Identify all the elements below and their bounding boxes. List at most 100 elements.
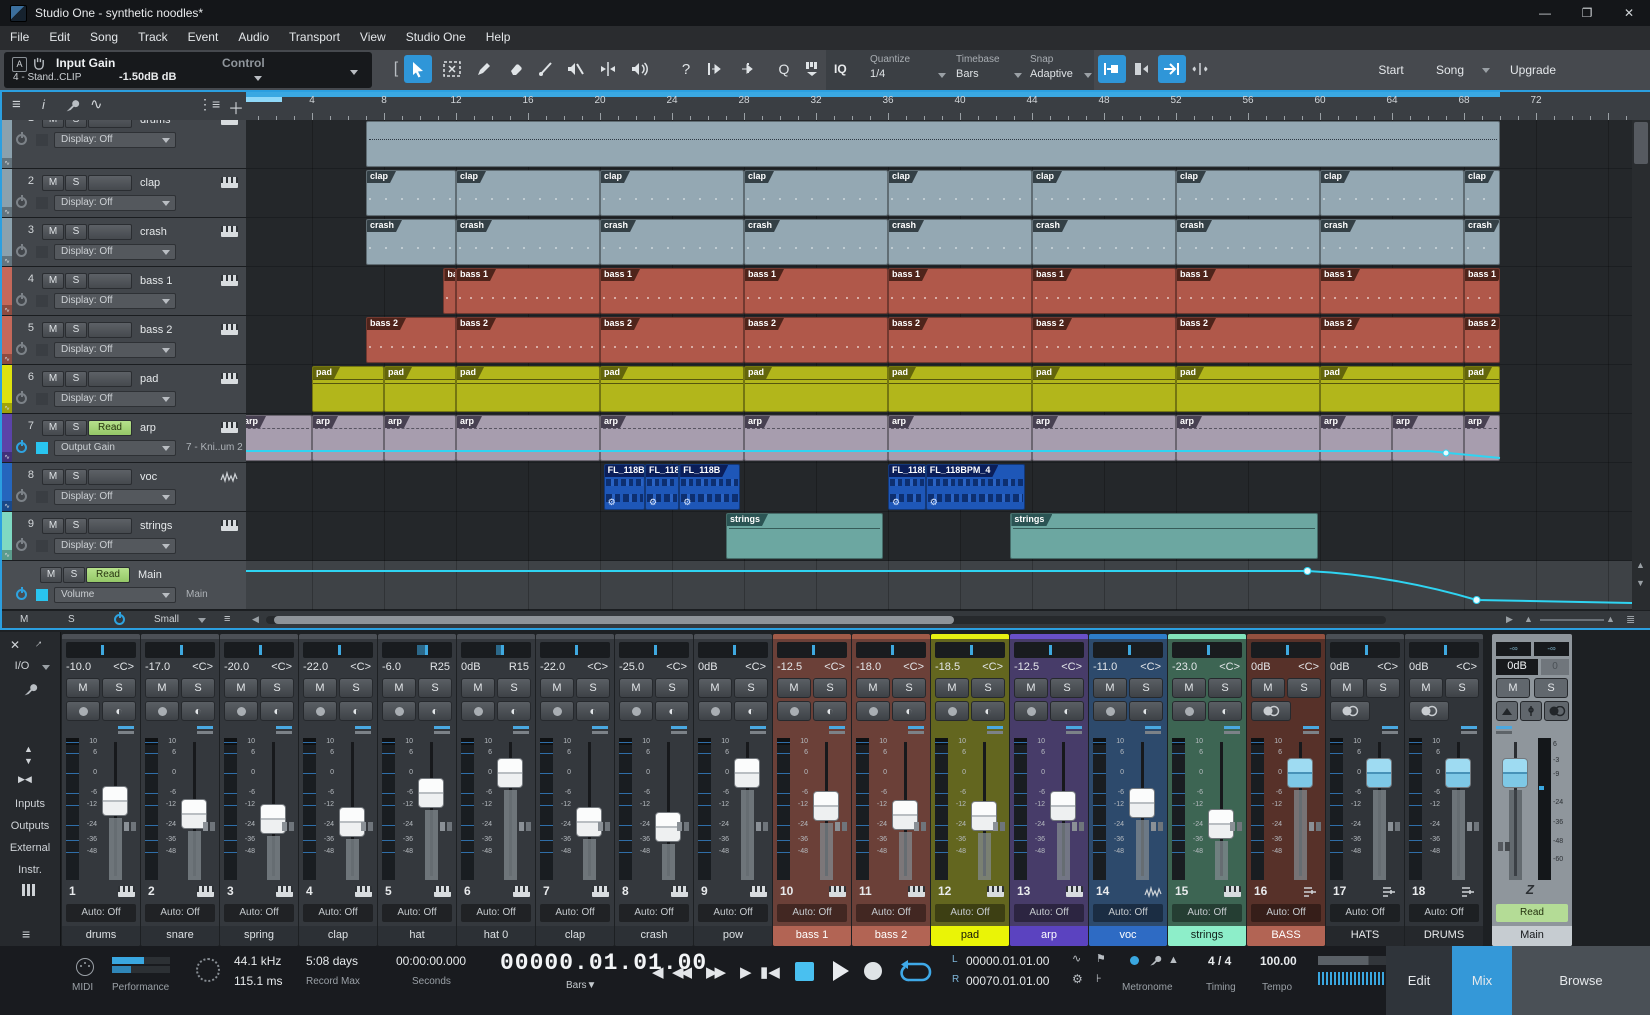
pan-control[interactable]	[1172, 642, 1242, 658]
pan-control[interactable]	[224, 642, 294, 658]
clip-arp[interactable]: arp	[312, 415, 384, 461]
channel-mute-button[interactable]: M	[145, 678, 179, 698]
mono-button[interactable]: ◐	[339, 701, 373, 721]
channel-name[interactable]: BASS	[1247, 926, 1325, 946]
bend-tool[interactable]	[594, 55, 622, 83]
clip-bass-2[interactable]: bass 2	[600, 317, 744, 363]
song-caret-icon[interactable]	[1482, 68, 1490, 73]
play-from-icon[interactable]	[702, 55, 730, 83]
insert-slot-icon[interactable]	[1467, 822, 1472, 831]
channel-mute-button[interactable]: M	[66, 678, 100, 698]
automation-read-button[interactable]	[88, 273, 132, 289]
footer-list-icon[interactable]: ≡	[224, 613, 230, 625]
fader-thumb[interactable]	[418, 778, 444, 808]
record-arm-button[interactable]	[619, 701, 653, 721]
insert-slot-icon[interactable]	[1230, 822, 1235, 831]
automation-toggle-icon[interactable]: ∿	[2, 158, 12, 169]
insert-slot2-icon[interactable]	[1395, 822, 1400, 831]
next-bar-button[interactable]: ▶	[740, 963, 749, 981]
channel-strip-hat-0[interactable]: 0dBR15MS◐1060-6-12-24-36-486Auto: Offhat…	[457, 634, 535, 946]
automation-toggle-icon[interactable]: ∿	[2, 452, 12, 463]
clip-bass-1[interactable]: bass 1	[1032, 268, 1176, 314]
width-down-icon[interactable]: ▼	[24, 756, 33, 766]
channel-solo-button[interactable]: S	[497, 678, 531, 698]
track-swatch[interactable]	[36, 540, 48, 552]
channel-solo-button[interactable]: S	[260, 678, 294, 698]
record-arm-button[interactable]	[382, 701, 416, 721]
dim-button[interactable]	[1520, 701, 1542, 721]
main-insert-slot-icon[interactable]	[1498, 842, 1503, 851]
channel-strip-spring[interactable]: -20.0<C>MS◐1060-6-12-24-36-483Auto: Offs…	[220, 634, 298, 946]
insert-slot2-icon[interactable]	[210, 822, 215, 831]
menu-item-track[interactable]: Track	[128, 26, 178, 50]
channel-strip-bass-2[interactable]: -18.0<C>MS◐1060-6-12-24-36-4811Auto: Off…	[852, 634, 930, 946]
fader-thumb[interactable]	[1287, 758, 1313, 788]
volume-value[interactable]: -22.0	[540, 661, 580, 673]
automation-mode-button[interactable]: Auto: Off	[698, 904, 768, 922]
track-header-crash[interactable]: 3MScrashDisplay: Off∿	[2, 218, 246, 267]
automation-read-button[interactable]	[88, 175, 132, 191]
automation-mode-button[interactable]: Auto: Off	[1093, 904, 1163, 922]
range-tool[interactable]	[438, 55, 466, 83]
expand-icon[interactable]	[908, 726, 924, 735]
display-caret-icon[interactable]	[162, 495, 170, 500]
insert-slot-icon[interactable]	[361, 822, 366, 831]
automation-read-button[interactable]	[88, 518, 132, 534]
record-arm-button[interactable]	[698, 701, 732, 721]
fader-thumb[interactable]	[813, 791, 839, 821]
track-swatch[interactable]	[36, 246, 48, 258]
minimize-button[interactable]: —	[1524, 0, 1566, 26]
pan-control[interactable]	[619, 642, 689, 658]
insert-slot-icon[interactable]	[519, 822, 524, 831]
fader-thumb[interactable]	[1050, 791, 1076, 821]
insert-slot2-icon[interactable]	[921, 822, 926, 831]
clip-clap[interactable]: clap	[366, 170, 456, 216]
hscroll-left-icon[interactable]: ◀	[252, 614, 259, 625]
automation-toggle-icon[interactable]: ∿	[2, 305, 12, 316]
forward-button[interactable]: ▶▶	[706, 963, 723, 981]
pan-control[interactable]	[540, 642, 610, 658]
channel-strip-clap[interactable]: -22.0<C>MS◐1060-6-12-24-36-487Auto: Offc…	[536, 634, 614, 946]
menu-item-event[interactable]: Event	[178, 26, 229, 50]
detach-icon[interactable]: ↑	[33, 638, 45, 650]
volume-value[interactable]: -10.0	[66, 661, 106, 673]
record-arm-button[interactable]	[856, 701, 890, 721]
channel-name[interactable]: snare	[141, 926, 219, 946]
channel-mute-button[interactable]: M	[540, 678, 574, 698]
insert-slot-icon[interactable]	[914, 822, 919, 831]
main-read-button[interactable]: Read	[1496, 904, 1568, 922]
solo-button[interactable]: S	[65, 371, 87, 387]
timeline-view-indicator[interactable]	[246, 97, 282, 102]
channel-name[interactable]: strings	[1168, 926, 1246, 946]
volume-value[interactable]: -11.0	[1093, 661, 1133, 673]
solo-button[interactable]: S	[65, 120, 87, 128]
channel-solo-button[interactable]: S	[655, 678, 689, 698]
clip-pad[interactable]: pad	[1320, 366, 1464, 412]
expand-icon[interactable]	[671, 726, 687, 735]
clip-bass-2[interactable]: bass 2	[744, 317, 888, 363]
main-volume-value[interactable]: 0dB	[1496, 659, 1538, 675]
pan-value[interactable]: <C>	[824, 661, 845, 673]
pan-value[interactable]: <C>	[1219, 661, 1240, 673]
loop-start-value[interactable]: 00000.01.01.00	[966, 954, 1049, 968]
expand-icon[interactable]	[1224, 726, 1240, 735]
clip-bass-1[interactable]: bass 1	[600, 268, 744, 314]
track-display-select[interactable]: Display: Off	[54, 195, 176, 211]
expand-icon[interactable]	[829, 726, 845, 735]
loop-button[interactable]	[896, 959, 934, 985]
solo-button[interactable]: S	[65, 322, 87, 338]
track-power-icon[interactable]	[16, 134, 27, 145]
record-arm-button[interactable]	[224, 701, 258, 721]
track-swatch[interactable]	[36, 393, 48, 405]
pan-control[interactable]	[303, 642, 373, 658]
automation-mode-button[interactable]: Auto: Off	[382, 904, 452, 922]
menu-item-studio-one[interactable]: Studio One	[396, 26, 476, 50]
display-caret-icon[interactable]	[162, 446, 170, 451]
track-swatch[interactable]	[36, 134, 48, 146]
track-swatch[interactable]	[36, 197, 48, 209]
record-arm-button[interactable]	[1014, 701, 1048, 721]
width-up-icon[interactable]: ▲	[24, 744, 33, 754]
maximize-button[interactable]: ❐	[1566, 0, 1608, 26]
track-list-icon[interactable]: ⋮≡	[198, 96, 220, 113]
stereo-link-button[interactable]	[1330, 701, 1370, 721]
